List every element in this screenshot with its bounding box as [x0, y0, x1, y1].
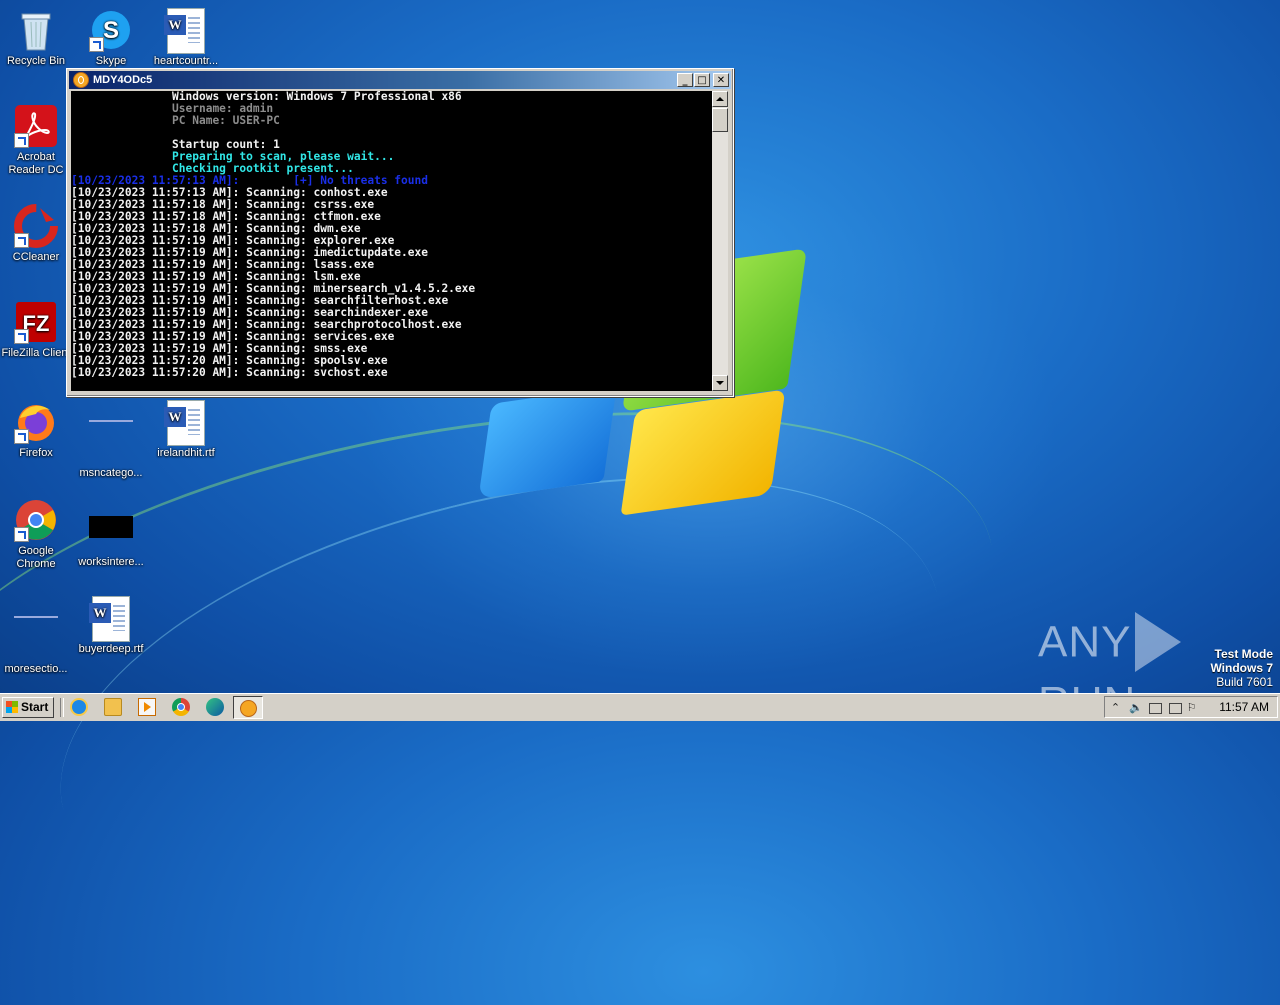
desktop-icon-label: worksintere... — [78, 556, 144, 568]
start-label: Start — [21, 700, 49, 714]
desktop-icon-worksintere[interactable]: worksintere... — [73, 505, 149, 569]
desktop-icon-msncatego[interactable]: msncatego... — [73, 400, 149, 480]
windows-logo-icon — [6, 701, 18, 713]
app-icon — [73, 72, 89, 88]
scroll-down-icon[interactable] — [712, 375, 728, 391]
console-output[interactable]: Windows version: Windows 7 Professional … — [71, 91, 712, 391]
firefox-icon — [14, 400, 58, 444]
explorer-folder-icon[interactable] — [104, 698, 122, 716]
taskbar-button-console[interactable] — [233, 696, 263, 719]
desktop-icon-label: CCleaner — [12, 251, 60, 263]
blank-file-icon — [14, 616, 58, 660]
svg-text:S: S — [103, 17, 119, 44]
recycle-bin-icon — [14, 8, 58, 52]
maximize-button[interactable]: □ — [694, 73, 710, 87]
desktop-icon-ccleaner[interactable]: CCleaner — [0, 204, 74, 264]
shortcut-arrow-icon — [14, 233, 29, 248]
test-mode-notice: Test Mode Windows 7 Build 7601 — [1210, 647, 1273, 689]
desktop-icon-google-chrome[interactable]: Google Chrome — [0, 498, 74, 571]
desktop-icon-label: Acrobat Reader DC — [8, 151, 64, 176]
internet-explorer-icon[interactable] — [70, 698, 88, 716]
play-icon — [1135, 612, 1182, 672]
desktop-icon-irelandhit[interactable]: W irelandhit.rtf — [148, 400, 224, 460]
desktop-icon-label: Skype — [95, 55, 127, 67]
word-document-icon: W — [89, 596, 133, 642]
show-hidden-icons-icon[interactable]: ⌃ — [1109, 701, 1122, 714]
scroll-up-icon[interactable] — [712, 91, 728, 107]
desktop-icon-label: irelandhit.rtf — [157, 447, 215, 459]
shortcut-arrow-icon — [14, 329, 29, 344]
media-player-icon[interactable] — [138, 698, 156, 716]
build-label: Build 7601 — [1216, 675, 1273, 689]
app-icon — [240, 700, 257, 717]
word-document-icon: W — [164, 400, 208, 446]
action-center-flag-icon[interactable]: ⚐ — [1185, 701, 1198, 714]
blank-file-icon — [89, 420, 133, 464]
desktop-icon-filezilla[interactable]: FZ FileZilla Client — [0, 300, 74, 360]
filezilla-icon: FZ — [14, 300, 58, 344]
window-title: MDY4ODc5 — [93, 74, 153, 86]
desktop-icon-label: moresectio... — [4, 663, 68, 675]
close-button[interactable]: ✕ — [713, 73, 729, 87]
desktop-icon-label: Recycle Bin — [6, 55, 66, 67]
black-file-icon — [89, 516, 133, 553]
shortcut-arrow-icon — [14, 527, 29, 542]
system-tray: ⌃ 🔈 ⚐ 11:57 AM — [1104, 696, 1278, 718]
console-line: PC Name: USER-PC — [71, 114, 280, 127]
desktop-icon-acrobat[interactable]: Acrobat Reader DC — [0, 104, 74, 177]
taskbar-separator — [60, 698, 64, 717]
clock[interactable]: 11:57 AM — [1219, 697, 1269, 717]
acrobat-icon — [14, 104, 58, 148]
volume-icon[interactable]: 🔈 — [1129, 701, 1143, 714]
vertical-scrollbar[interactable] — [712, 91, 728, 391]
window-titlebar[interactable]: MDY4ODc5 _ □ ✕ — [69, 71, 731, 89]
desktop-icon-label: msncatego... — [79, 467, 143, 479]
shortcut-arrow-icon — [89, 37, 104, 52]
ccleaner-icon — [14, 204, 58, 248]
scroll-thumb[interactable] — [712, 108, 728, 132]
skype-icon: S — [89, 8, 133, 52]
desktop-icon-buyerdeep[interactable]: W buyerdeep.rtf — [73, 596, 149, 656]
desktop-icon-label: FileZilla Client — [1, 347, 71, 359]
desktop-icon-label: Google Chrome — [16, 545, 56, 570]
word-document-icon: W — [164, 8, 208, 54]
desktop-icon-heartcountr[interactable]: W heartcountr... — [148, 8, 224, 68]
desktop-icon-label: buyerdeep.rtf — [78, 643, 144, 655]
edge-icon[interactable] — [206, 698, 224, 716]
network-icon[interactable] — [1149, 703, 1162, 714]
desktop-icon-firefox[interactable]: Firefox — [0, 400, 74, 460]
shortcut-arrow-icon — [14, 429, 29, 444]
os-label: Windows 7 — [1210, 661, 1273, 675]
display-icon[interactable] — [1169, 703, 1182, 714]
anyrun-brand-left: ANY — [1038, 617, 1132, 667]
shortcut-arrow-icon — [14, 133, 29, 148]
desktop-icon-skype[interactable]: S Skype — [73, 8, 149, 68]
start-button[interactable]: Start — [2, 697, 54, 718]
chrome-icon[interactable] — [172, 698, 190, 716]
desktop-icon-label: Firefox — [19, 447, 53, 459]
desktop-icon-recycle-bin[interactable]: Recycle Bin — [0, 8, 74, 68]
desktop-icon-moresectio[interactable]: moresectio... — [0, 596, 74, 676]
chrome-icon — [14, 498, 58, 542]
taskbar: Start ⌃ 🔈 ⚐ 11:57 AM — [0, 693, 1280, 721]
minimize-button[interactable]: _ — [677, 73, 693, 87]
wallpaper-logo-blue — [478, 386, 617, 499]
console-line: [10/23/2023 11:57:20 AM]: Scanning: svch… — [71, 366, 388, 379]
desktop-icon-label: heartcountr... — [153, 55, 219, 67]
test-mode-label: Test Mode — [1214, 647, 1273, 661]
console-window[interactable]: MDY4ODc5 _ □ ✕ Windows version: Windows … — [66, 68, 734, 397]
